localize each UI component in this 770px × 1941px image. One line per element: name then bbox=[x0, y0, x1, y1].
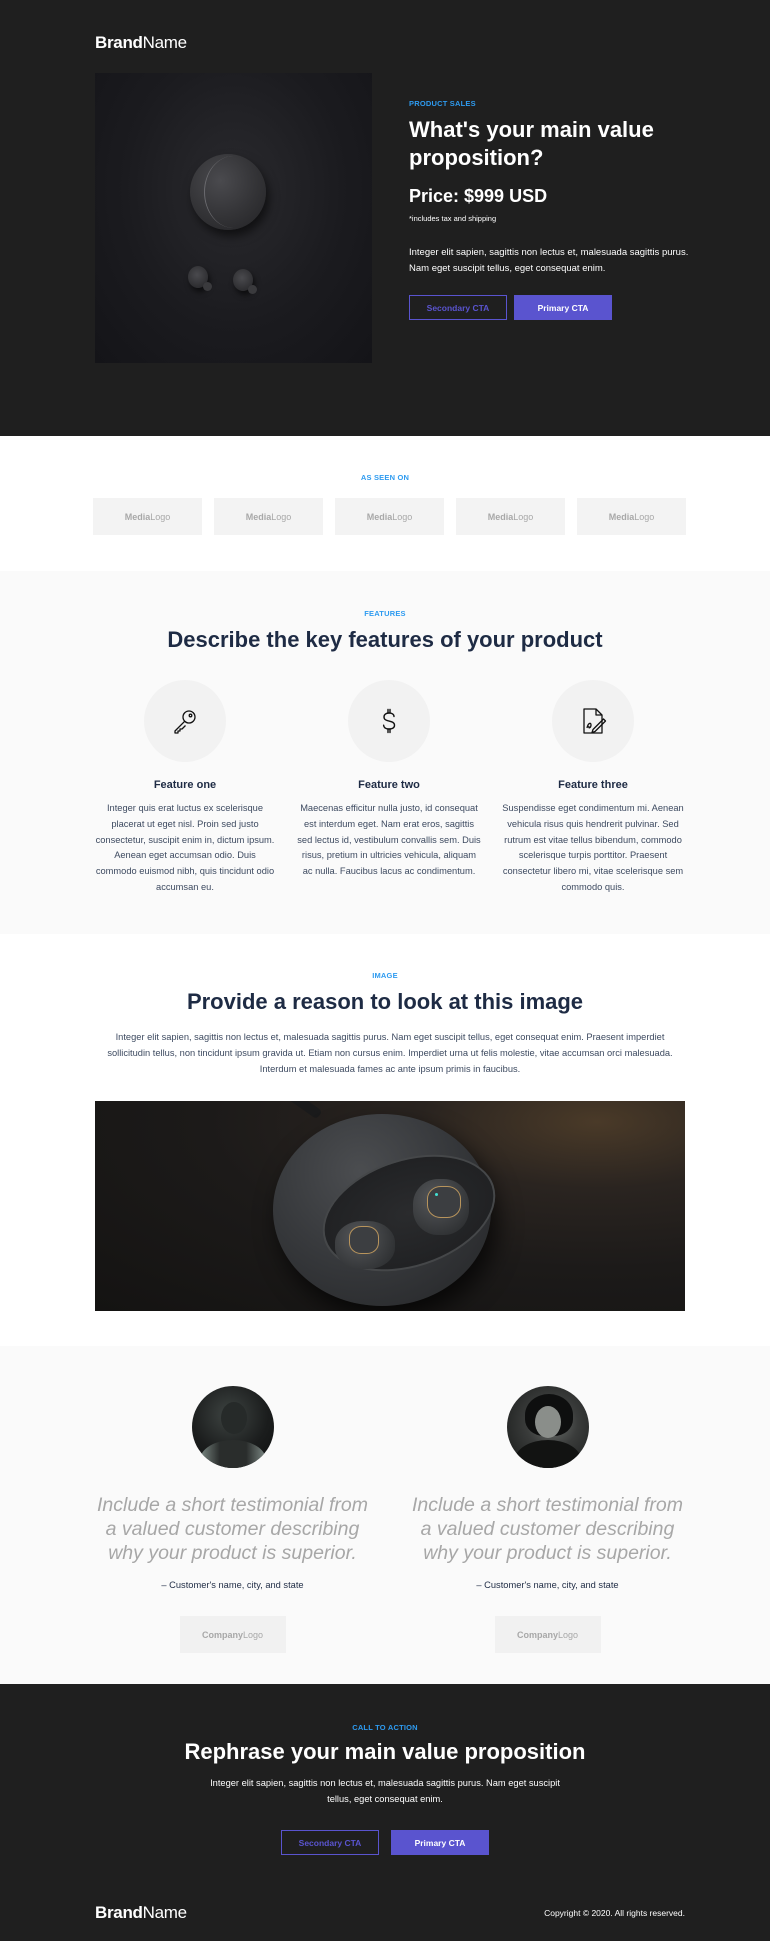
dollar-icon bbox=[382, 708, 396, 734]
cta-eyebrow: CALL TO ACTION bbox=[352, 1723, 418, 1732]
testimonial-quote: Include a short testimonial from a value… bbox=[97, 1494, 368, 1564]
cta-description: Integer elit sapien, sagittis non lectus… bbox=[210, 1778, 560, 1804]
features-title: Describe the key features of your produc… bbox=[167, 627, 603, 652]
charging-case-graphic bbox=[190, 154, 266, 230]
customer-avatar bbox=[191, 1386, 274, 1468]
product-feature-image bbox=[95, 1101, 685, 1311]
testimonial-citation: – Customer's name, city, and state bbox=[161, 1580, 304, 1590]
media-logo-regular: Logo bbox=[634, 511, 655, 522]
features-row: Feature one Integer quis erat luctus ex … bbox=[93, 680, 685, 896]
as-seen-on-section: AS SEEN ON Media Logo Media Logo Media Logo… bbox=[0, 436, 770, 571]
company-logo: Company Logo bbox=[179, 1616, 286, 1653]
testimonial-quote: Include a short testimonial from a value… bbox=[412, 1494, 683, 1564]
secondary-cta-button[interactable]: Secondary CTA bbox=[409, 295, 507, 320]
brand-logo-bold: Brand bbox=[95, 33, 143, 52]
brand-logo-regular: Name bbox=[142, 33, 187, 52]
feature-description: Suspendisse eget condimentum mi. Aenean … bbox=[502, 803, 684, 892]
led-indicator-graphic bbox=[435, 1193, 438, 1196]
feature-title: Feature two bbox=[358, 779, 420, 791]
avatar-shoulders-graphic bbox=[199, 1440, 266, 1468]
company-logo-bold: Company bbox=[516, 1629, 558, 1640]
cable-graphic bbox=[267, 1101, 323, 1120]
avatar-head-graphic bbox=[534, 1406, 561, 1438]
hero-buttons: Secondary CTA Primary CTA bbox=[409, 295, 699, 320]
avatar-head-graphic bbox=[220, 1402, 247, 1434]
company-logo-regular: Logo bbox=[557, 1629, 579, 1640]
testimonial-citation: – Customer's name, city, and state bbox=[476, 1580, 619, 1590]
features-eyebrow: FEATURES bbox=[364, 609, 406, 618]
cta-title: Rephrase your main value proposition bbox=[184, 1739, 586, 1764]
media-logo: Media Logo bbox=[214, 498, 323, 535]
key-icon bbox=[174, 710, 196, 734]
feature-title: Feature one bbox=[153, 779, 217, 791]
earbud-left-graphic bbox=[188, 266, 212, 291]
media-logo: Media Logo bbox=[456, 498, 565, 535]
features-section: FEATURES Describe the key features of yo… bbox=[0, 571, 770, 934]
secondary-cta-button[interactable]: Secondary CTA bbox=[281, 1830, 379, 1855]
earbud-right-graphic bbox=[233, 269, 257, 294]
testimonial-card: Include a short testimonial from a value… bbox=[95, 1386, 370, 1653]
call-to-action-section: CALL TO ACTION Rephrase your main value … bbox=[0, 1684, 770, 1941]
hero-product-image bbox=[95, 73, 372, 363]
hero-eyebrow: PRODUCT SALES bbox=[409, 99, 476, 108]
feature-card: Feature two Maecenas efficitur nulla jus… bbox=[297, 680, 481, 896]
company-logo-bold: Company bbox=[201, 1629, 243, 1640]
feature-title: Feature three bbox=[558, 779, 628, 791]
media-logo: Media Logo bbox=[577, 498, 686, 535]
copyright-text: Copyright © 2020. All rights reserved. bbox=[544, 1908, 685, 1918]
primary-cta-button[interactable]: Primary CTA bbox=[391, 1830, 489, 1855]
cta-buttons: Secondary CTA Primary CTA bbox=[0, 1830, 770, 1855]
media-logo-bold: Media bbox=[487, 511, 514, 522]
media-logo-bold: Media bbox=[245, 511, 272, 522]
testimonials-section: Include a short testimonial from a value… bbox=[0, 1346, 770, 1684]
media-logo-regular: Logo bbox=[150, 511, 171, 522]
media-logo-bold: Media bbox=[608, 511, 635, 522]
footer-brand-logo[interactable]: BrandName bbox=[95, 1903, 187, 1923]
image-section-title: Provide a reason to look at this image bbox=[186, 989, 584, 1014]
media-logo-row: Media Logo Media Logo Media Logo Media Logo … bbox=[93, 498, 686, 535]
company-logo-regular: Logo bbox=[242, 1629, 264, 1640]
brand-logo[interactable]: BrandName bbox=[95, 33, 187, 53]
testimonial-card: Include a short testimonial from a value… bbox=[410, 1386, 685, 1653]
customer-avatar bbox=[506, 1386, 589, 1468]
earbud-ring-graphic bbox=[427, 1186, 461, 1218]
feature-description: Maecenas efficitur nulla justo, id conse… bbox=[297, 803, 481, 877]
feature-description: Integer quis erat luctus ex scelerisque … bbox=[95, 803, 275, 892]
feature-icon-circle bbox=[552, 680, 634, 762]
media-logo-regular: Logo bbox=[513, 511, 534, 522]
feature-card: Feature one Integer quis erat luctus ex … bbox=[93, 680, 277, 896]
feature-card: Feature three Suspendisse eget condiment… bbox=[501, 680, 685, 896]
avatar-shoulders-graphic bbox=[514, 1440, 581, 1468]
image-eyebrow: IMAGE bbox=[372, 971, 398, 980]
media-logo: Media Logo bbox=[93, 498, 202, 535]
footer: BrandName Copyright © 2020. All rights r… bbox=[95, 1903, 685, 1923]
brand-logo-regular: Name bbox=[142, 1903, 187, 1922]
hero-description: Integer elit sapien, sagittis non lectus… bbox=[409, 247, 689, 274]
hero-title: What's your main value proposition? bbox=[409, 117, 654, 170]
media-logo-regular: Logo bbox=[271, 511, 292, 522]
feature-icon-circle bbox=[144, 680, 226, 762]
media-logo-bold: Media bbox=[124, 511, 151, 522]
media-logo-bold: Media bbox=[366, 511, 393, 522]
company-logo: Company Logo bbox=[494, 1616, 601, 1653]
hero-section: BrandName PRODUCT SALES What's your main… bbox=[0, 0, 770, 436]
earbud-ring-graphic bbox=[349, 1226, 379, 1254]
media-logo-regular: Logo bbox=[392, 511, 413, 522]
image-section: IMAGE Provide a reason to look at this i… bbox=[0, 934, 770, 1346]
primary-cta-button[interactable]: Primary CTA bbox=[514, 295, 612, 320]
media-logo: Media Logo bbox=[335, 498, 444, 535]
document-sign-icon bbox=[583, 708, 607, 734]
testimonials-row: Include a short testimonial from a value… bbox=[95, 1386, 725, 1653]
media-eyebrow: AS SEEN ON bbox=[360, 473, 410, 482]
hero-copy: PRODUCT SALES What's your main value pro… bbox=[409, 99, 699, 320]
feature-icon-circle bbox=[348, 680, 430, 762]
image-section-description: Integer elit sapien, sagittis non lectus… bbox=[107, 1032, 673, 1074]
price: Price: $999 USD bbox=[409, 186, 548, 206]
price-note: *includes tax and shipping bbox=[409, 214, 497, 223]
brand-logo-bold: Brand bbox=[95, 1903, 143, 1922]
